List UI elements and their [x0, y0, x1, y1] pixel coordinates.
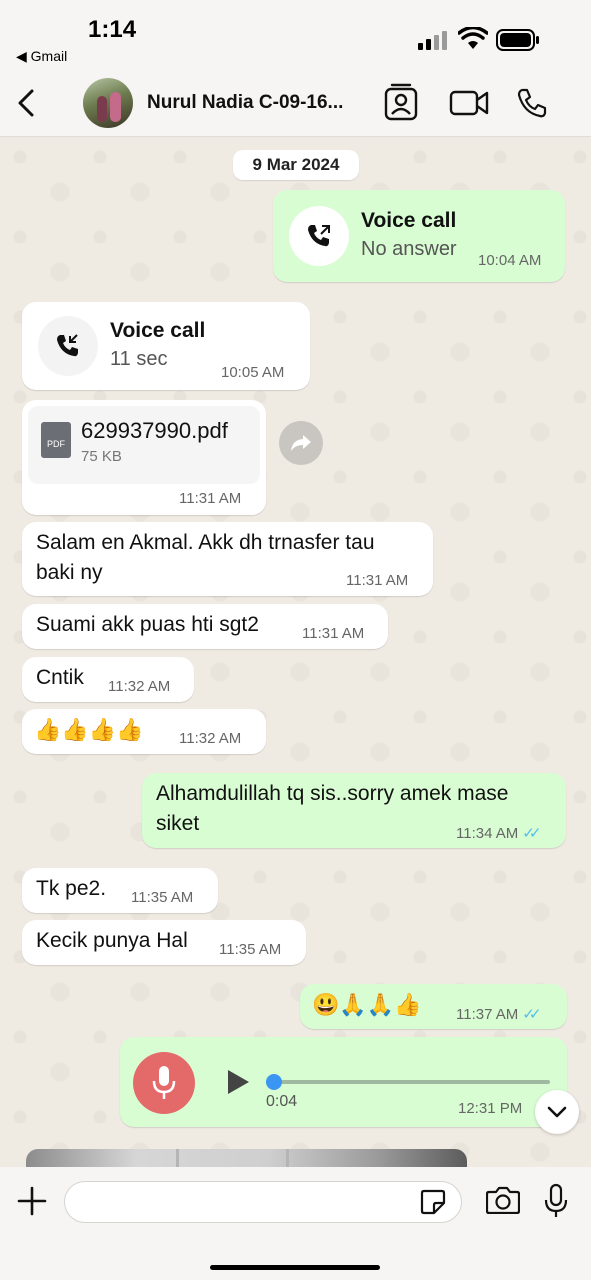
message-time-text: 11:34 AM	[456, 825, 519, 842]
camera-icon[interactable]	[486, 1186, 520, 1214]
emoji-text: 😃🙏🙏👍	[312, 992, 422, 1017]
message-text: Alhamdulillah tq sis..sorry amek mase	[156, 782, 509, 805]
outgoing-voice-call-bubble[interactable]: Voice call No answer 10:04 AM	[273, 190, 565, 282]
read-receipt-icon: ✓✓	[522, 825, 541, 842]
read-receipt-icon: ✓✓	[522, 1006, 541, 1023]
contact-name[interactable]: Nurul Nadia C-09-16...	[147, 92, 343, 114]
message-time: 11:32 AM	[108, 678, 171, 695]
outgoing-call-icon	[308, 225, 330, 247]
incoming-message[interactable]: Salam en Akmal. Akk dh trnasfer tau baki…	[22, 522, 433, 596]
chevron-down-icon	[547, 1106, 567, 1118]
call-status: No answer	[361, 238, 457, 260]
outgoing-message[interactable]: 😃🙏🙏👍 11:37 AM ✓✓	[300, 984, 567, 1029]
forward-icon	[291, 435, 311, 451]
play-icon[interactable]	[226, 1069, 250, 1095]
contact-card-icon[interactable]	[384, 83, 418, 121]
incoming-call-icon	[57, 334, 78, 357]
incoming-message[interactable]: Tk pe2. 11:35 AM	[22, 868, 218, 913]
pdf-file-icon: PDF	[41, 422, 71, 458]
phone-call-icon[interactable]	[516, 87, 548, 119]
message-time-text: 11:37 AM	[456, 1006, 519, 1023]
microphone-icon	[152, 1066, 176, 1099]
message-time: 10:04 AM	[478, 252, 542, 269]
back-to-gmail-link[interactable]: ◀ Gmail	[16, 48, 67, 65]
incoming-voice-call-bubble[interactable]: Voice call 11 sec 10:05 AM	[22, 302, 310, 390]
message-time: 10:05 AM	[221, 364, 285, 381]
incoming-message[interactable]: Suami akk puas hti sgt2 11:31 AM	[22, 604, 388, 649]
incoming-message[interactable]: 👍👍👍👍 11:32 AM	[22, 709, 266, 754]
avatar[interactable]	[83, 78, 133, 128]
incoming-message[interactable]: Kecik punya Hal 11:35 AM	[22, 920, 306, 965]
message-time: 11:35 AM	[131, 889, 194, 906]
emoji-text: 👍👍👍👍	[34, 717, 144, 742]
message-time: 11:37 AM ✓✓	[456, 1005, 541, 1023]
microphone-icon[interactable]	[543, 1183, 569, 1219]
message-composer	[0, 1167, 591, 1280]
message-time: 12:31 PM	[458, 1100, 523, 1117]
mic-avatar	[133, 1052, 195, 1114]
wifi-icon	[458, 27, 488, 49]
image-frame-line	[286, 1149, 289, 1167]
plus-icon[interactable]	[17, 1186, 47, 1216]
file-name: 629937990.pdf	[81, 418, 228, 443]
file-size: 75 KB	[81, 448, 122, 465]
voice-duration: 0:04	[266, 1093, 298, 1110]
outgoing-voice-message[interactable]: 0:04 12:31 PM	[120, 1037, 567, 1127]
image-frame-line	[176, 1149, 179, 1167]
call-duration: 11 sec	[110, 348, 168, 370]
message-time: 11:32 AM	[179, 730, 242, 747]
pdf-file-bubble[interactable]: PDF 629937990.pdf 75 KB 11:31 AM	[22, 400, 266, 515]
chat-area[interactable]: 9 Mar 2024 Voice call No answer 10:04 AM…	[0, 137, 591, 1167]
back-chevron-icon[interactable]	[14, 88, 38, 118]
message-time: 11:31 AM	[346, 572, 409, 589]
message-text: Tk pe2.	[36, 877, 107, 900]
message-time: 11:34 AM ✓✓	[456, 824, 541, 842]
message-time: 11:31 AM	[179, 490, 242, 507]
message-text: Salam en Akmal. Akk dh trnasfer tau	[36, 531, 375, 554]
sticker-icon[interactable]	[420, 1189, 446, 1215]
scroll-to-bottom-button[interactable]	[535, 1090, 579, 1134]
battery-icon	[496, 29, 539, 51]
message-time: 11:31 AM	[302, 625, 365, 642]
message-text: Kecik punya Hal	[36, 929, 188, 952]
outgoing-message[interactable]: Alhamdulillah tq sis..sorry amek mase si…	[142, 773, 566, 848]
call-title: Voice call	[361, 209, 457, 232]
message-text: Cntik	[36, 666, 84, 689]
avatar-figure	[110, 92, 121, 122]
incoming-message[interactable]: Cntik 11:32 AM	[22, 657, 194, 702]
message-text: Suami akk puas hti sgt2	[36, 613, 259, 636]
video-call-icon[interactable]	[449, 89, 489, 117]
home-indicator	[210, 1265, 380, 1270]
message-text: siket	[156, 812, 200, 835]
forward-button[interactable]	[279, 421, 323, 465]
avatar-figure	[97, 96, 107, 122]
chat-header: Nurul Nadia C-09-16...	[0, 70, 591, 137]
message-time: 11:35 AM	[219, 941, 282, 958]
clock: 1:14	[88, 16, 137, 43]
message-input[interactable]	[64, 1181, 462, 1223]
status-bar: 1:14 ◀ Gmail	[0, 0, 591, 70]
image-message-preview[interactable]	[26, 1149, 467, 1167]
message-text: baki ny	[36, 561, 103, 584]
audio-progress-knob[interactable]	[266, 1074, 282, 1090]
audio-progress-track[interactable]	[270, 1080, 550, 1084]
cellular-signal-icon	[418, 31, 447, 50]
call-title: Voice call	[110, 319, 206, 342]
date-separator: 9 Mar 2024	[233, 150, 359, 180]
